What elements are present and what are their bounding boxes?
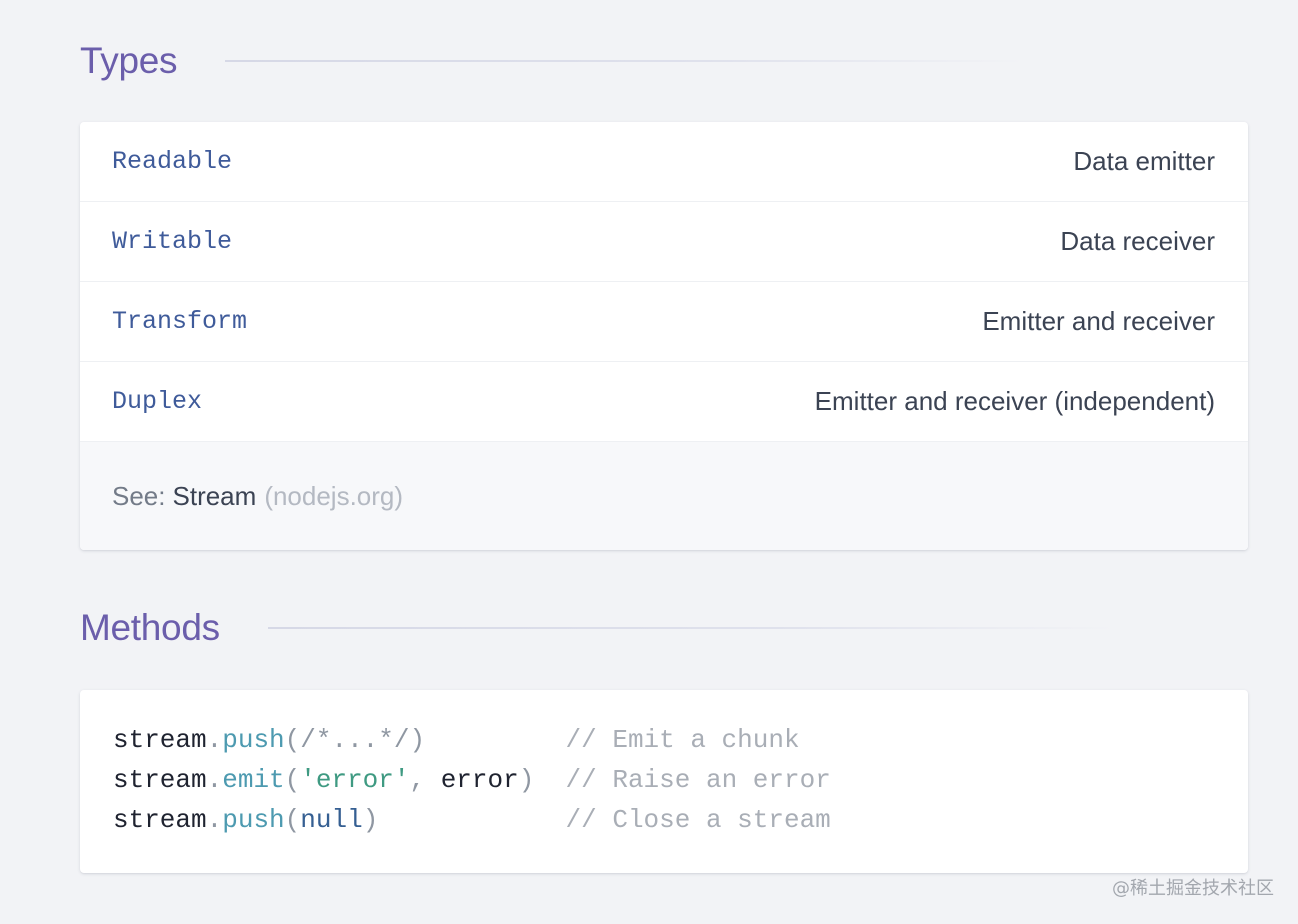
code-line: stream.push(null) // Close a stream: [113, 800, 831, 840]
code-null-literal: null: [300, 805, 363, 835]
type-row-readable: Readable Data emitter: [80, 122, 1248, 202]
code-punctuation: (: [284, 725, 301, 755]
code-punctuation: .: [206, 765, 223, 795]
code-line: stream.emit('error', error) // Raise an …: [113, 760, 831, 800]
code-comment: // Close a stream: [565, 805, 831, 835]
code-block: stream.push(/*...*/) // Emit a chunk stre…: [113, 720, 831, 840]
code-line: stream.push(/*...*/) // Emit a chunk: [113, 720, 831, 760]
code-string: 'error': [300, 765, 410, 795]
code-variable: error: [440, 765, 519, 795]
code-function: push: [222, 805, 285, 835]
types-card-footer: See: Stream (nodejs.org): [80, 442, 1248, 550]
code-argument: /*...*/: [300, 725, 410, 755]
type-description: Data receiver: [1060, 226, 1215, 256]
type-row-duplex: Duplex Emitter and receiver (independent…: [80, 362, 1248, 442]
code-punctuation: ): [518, 765, 535, 795]
code-object: stream: [113, 725, 207, 755]
code-punctuation: .: [206, 805, 223, 835]
type-description: Emitter and receiver: [982, 306, 1215, 336]
code-padding: [425, 725, 565, 755]
types-heading-divider: [225, 60, 1026, 62]
methods-heading: Methods: [80, 607, 220, 648]
code-function: emit: [222, 765, 285, 795]
methods-section-header: Methods: [80, 607, 1116, 649]
type-name: Transform: [112, 307, 248, 336]
methods-code-card: stream.push(/*...*/) // Emit a chunk stre…: [80, 690, 1248, 873]
code-punctuation: ): [409, 725, 426, 755]
type-description: Data emitter: [1073, 146, 1215, 176]
link-domain-hint: (nodejs.org): [264, 480, 404, 511]
code-punctuation: .: [206, 725, 223, 755]
type-description: Emitter and receiver (independent): [814, 386, 1215, 416]
type-row-transform: Transform Emitter and receiver: [80, 282, 1248, 362]
code-object: stream: [113, 765, 207, 795]
type-name: Readable: [112, 147, 233, 176]
stream-docs-link[interactable]: Stream: [173, 481, 257, 512]
types-section-header: Types: [80, 40, 1026, 82]
type-row-writable: Writable Data receiver: [80, 202, 1248, 282]
code-object: stream: [113, 805, 207, 835]
type-name: Writable: [112, 227, 233, 256]
types-heading: Types: [80, 40, 178, 81]
code-punctuation: (: [284, 765, 301, 795]
code-function: push: [222, 725, 285, 755]
code-padding: [378, 805, 565, 835]
methods-heading-divider: [267, 627, 1116, 629]
code-comment: // Emit a chunk: [565, 725, 800, 755]
code-punctuation: (: [284, 805, 301, 835]
code-punctuation: ,: [409, 765, 441, 795]
code-punctuation: ): [362, 805, 379, 835]
code-padding: [534, 765, 565, 795]
watermark: @稀土掘金技术社区: [1112, 878, 1274, 899]
see-also-label: See:: [112, 480, 166, 511]
code-comment: // Raise an error: [565, 765, 831, 795]
types-card: Readable Data emitter Writable Data rece…: [80, 122, 1248, 550]
type-name: Duplex: [112, 387, 203, 416]
